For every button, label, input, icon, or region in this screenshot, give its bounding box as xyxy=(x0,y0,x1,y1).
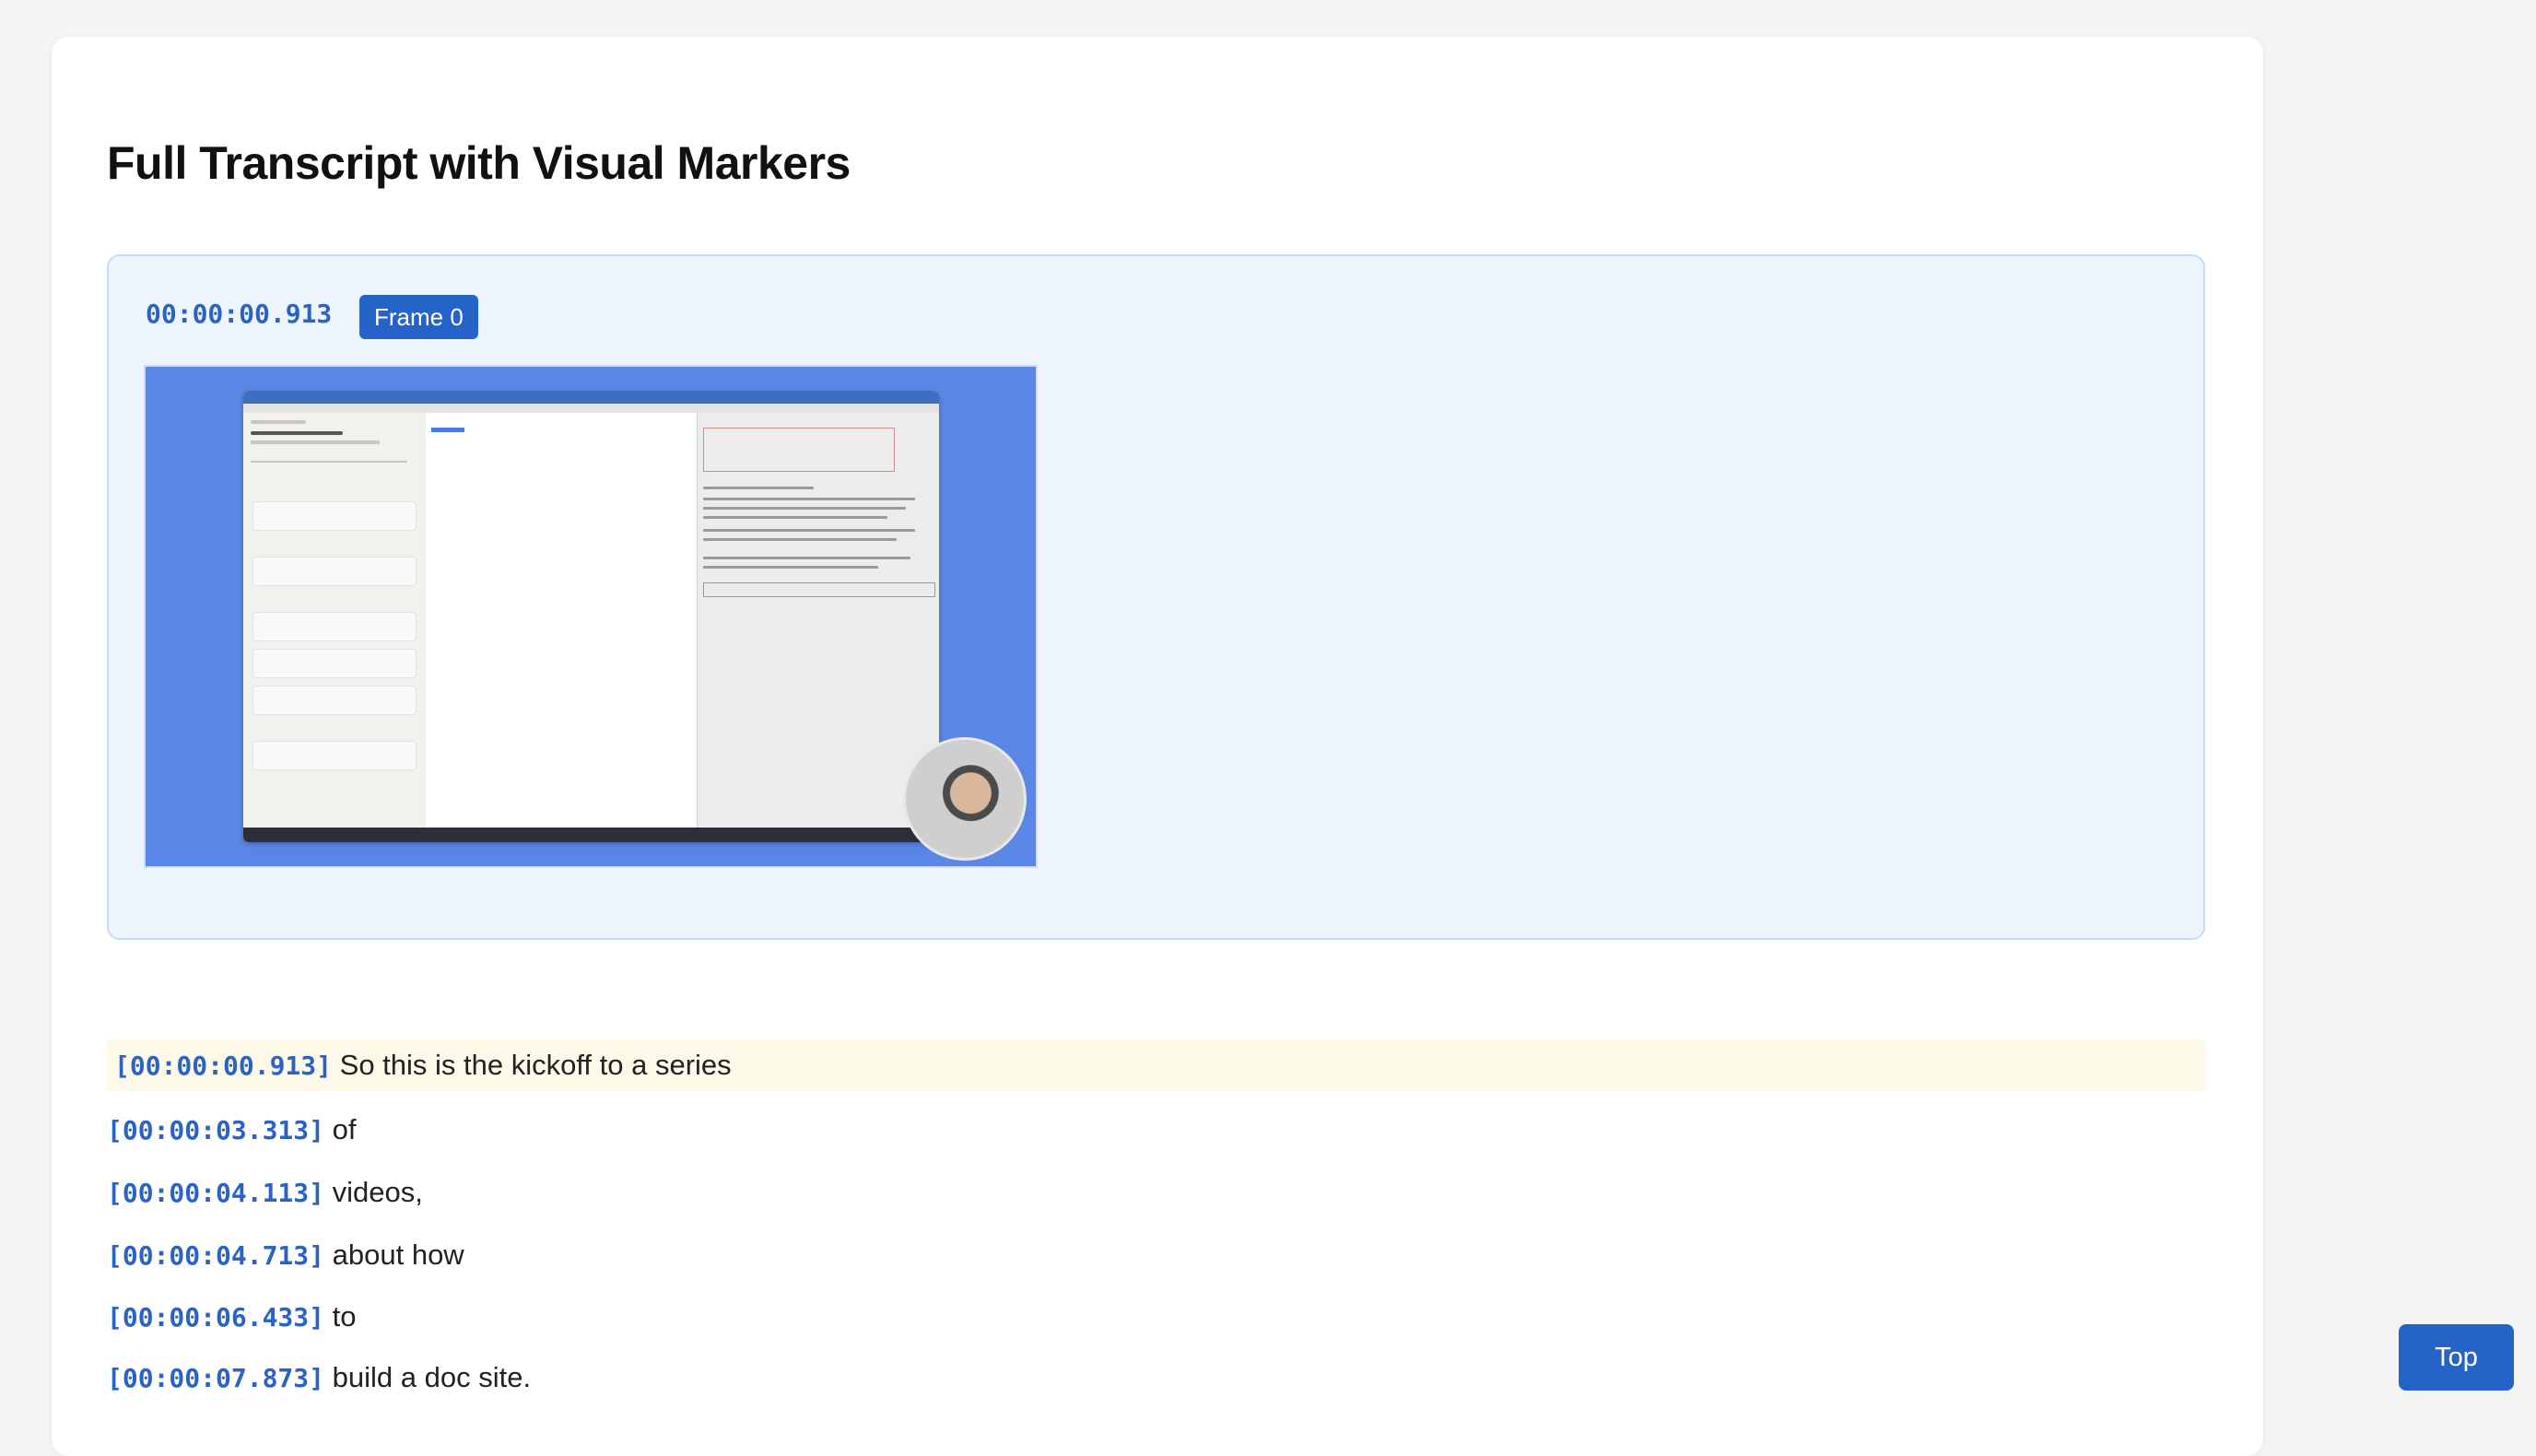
transcript-line[interactable]: [00:00:06.433] to xyxy=(107,1291,357,1343)
transcript-timestamp[interactable]: [00:00:04.113] xyxy=(107,1178,324,1208)
transcript-timestamp[interactable]: [00:00:06.433] xyxy=(107,1302,324,1333)
frame-timestamp: 00:00:00.913 xyxy=(146,299,333,329)
transcript-timestamp[interactable]: [00:00:00.913] xyxy=(114,1051,332,1081)
page-title: Full Transcript with Visual Markers xyxy=(107,137,851,189)
transcript-line[interactable]: [00:00:04.113] videos, xyxy=(107,1167,423,1218)
screenshot-image xyxy=(243,391,939,842)
transcript-timestamp[interactable]: [00:00:07.873] xyxy=(107,1363,324,1393)
back-to-top-button[interactable]: Top xyxy=(2399,1324,2514,1391)
transcript-line[interactable]: [00:00:00.913] So this is the kickoff to… xyxy=(107,1039,2205,1091)
frame-badge: Frame 0 xyxy=(359,295,478,339)
frame-thumbnail xyxy=(144,365,1038,868)
transcript-text: of xyxy=(332,1113,357,1145)
transcript-line[interactable]: [00:00:03.313] of xyxy=(107,1104,357,1156)
transcript-line[interactable]: [00:00:07.873] build a doc site. xyxy=(107,1352,531,1403)
transcript-text: So this is the kickoff to a series xyxy=(339,1049,732,1081)
transcript-text: videos, xyxy=(332,1176,423,1208)
transcript-text: about how xyxy=(332,1239,464,1271)
transcript-text: to xyxy=(332,1300,357,1333)
frame-marker: 00:00:00.913 Frame 0 xyxy=(107,254,2205,940)
transcript-timestamp[interactable]: [00:00:03.313] xyxy=(107,1115,324,1145)
transcript-line[interactable]: [00:00:04.713] about how xyxy=(107,1229,464,1281)
content-card: Full Transcript with Visual Markers 00:0… xyxy=(52,37,2263,1456)
transcript-timestamp[interactable]: [00:00:04.713] xyxy=(107,1240,324,1271)
presenter-avatar xyxy=(903,737,1027,861)
transcript-text: build a doc site. xyxy=(332,1361,532,1393)
